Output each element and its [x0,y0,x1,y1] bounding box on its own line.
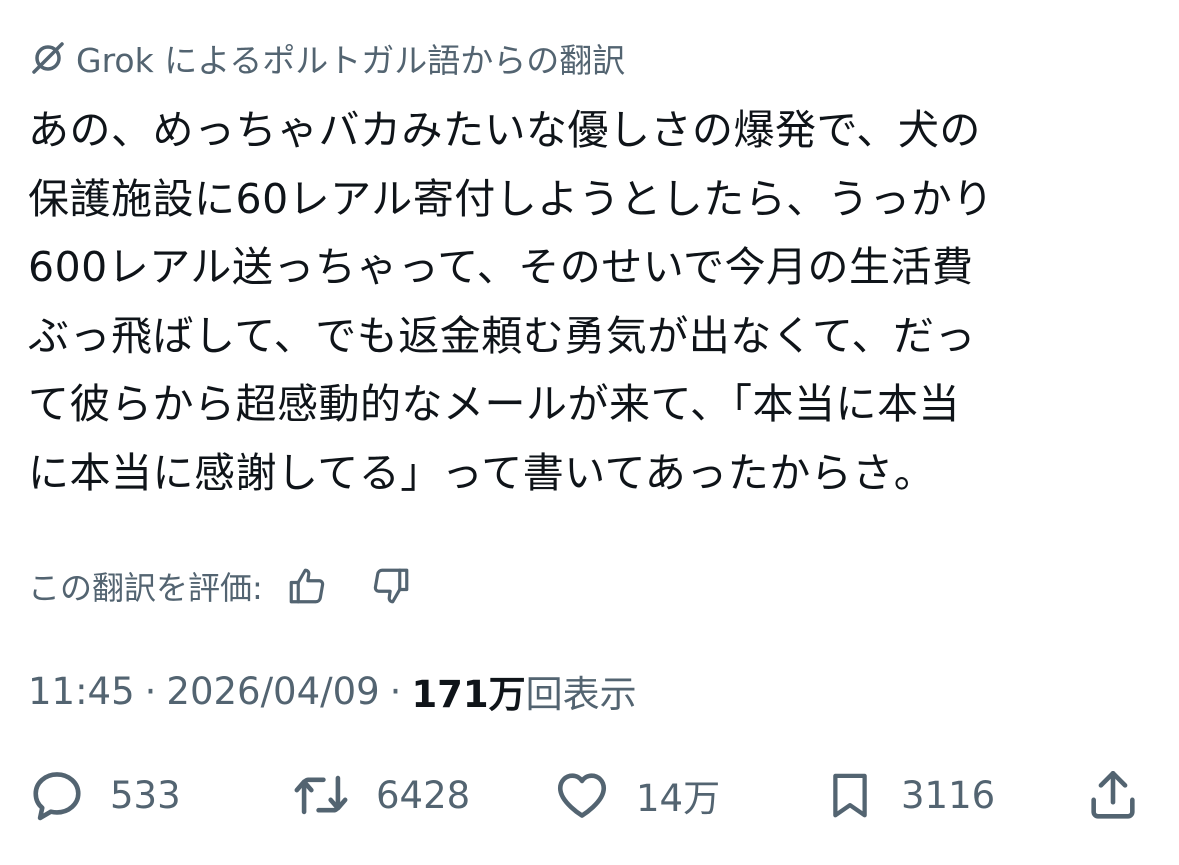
tweet-date[interactable]: 2026/04/09 [166,670,379,713]
thumbs-up-icon [289,568,324,604]
heart-icon [557,773,607,818]
reply-count: 533 [110,773,181,817]
views-label: 回表示 [525,673,637,716]
bookmark-count: 3116 [901,773,996,817]
translation-header: Grok によるポルトガル語からの翻訳 [28,30,625,86]
reply-icon [33,772,81,821]
separator-dot: · [389,669,402,713]
thumbs-down-icon [373,568,409,604]
retweet-count: 6428 [376,773,471,817]
thumbs-down-button[interactable] [369,564,413,608]
translation-label: Grok によるポルトガル語からの翻訳 [76,41,626,80]
tweet-text-line: 600レアル送っちゃって、そのせいで今月の生活費 [28,243,974,291]
thumbs-up-button[interactable] [285,564,329,608]
bookmark-icon [833,773,867,818]
tweet-text-line: て彼らから超感動的なメールが来て、「本当に本当 [28,380,960,428]
tweet-meta: 11:45 · 2026/04/09 · 171万 回表示 [28,660,637,722]
like-count: 14万 [636,777,721,820]
tweet-text-line: あの、めっちゃバカみたいな優しさの爆発で、犬の [28,106,981,154]
rate-translation-label: この翻訳を評価: [28,569,263,607]
share-button[interactable] [1084,760,1142,830]
tweet-text-line: 保護施設に60レアル寄付しようとしたら、うっかり [28,174,994,223]
like-button[interactable]: 14万 [552,760,720,830]
tweet-actions: 533 6428 14万 3116 [0,760,1179,830]
share-icon [1091,770,1135,819]
views-count: 171万 [411,673,526,716]
tweet-text-line: に本当に感謝してる」って書いてあったからさ。 [28,448,936,497]
tweet-text-line: ぶっ飛ばして、でも返金頼む勇気が出なくて、だっ [28,311,976,360]
tweet-time[interactable]: 11:45 [28,670,135,713]
separator-dot: · [144,669,157,713]
rate-translation-row: この翻訳を評価: [28,556,413,616]
retweet-button[interactable]: 6428 [290,760,470,830]
reply-button[interactable]: 533 [28,760,181,830]
grok-icon [28,38,68,78]
bookmark-button[interactable]: 3116 [823,760,995,830]
retweet-icon [294,775,348,815]
tweet-text: あの、めっちゃバカみたいな優しさの爆発で、犬の 保護施設に60レアル寄付しようと… [28,96,1153,507]
